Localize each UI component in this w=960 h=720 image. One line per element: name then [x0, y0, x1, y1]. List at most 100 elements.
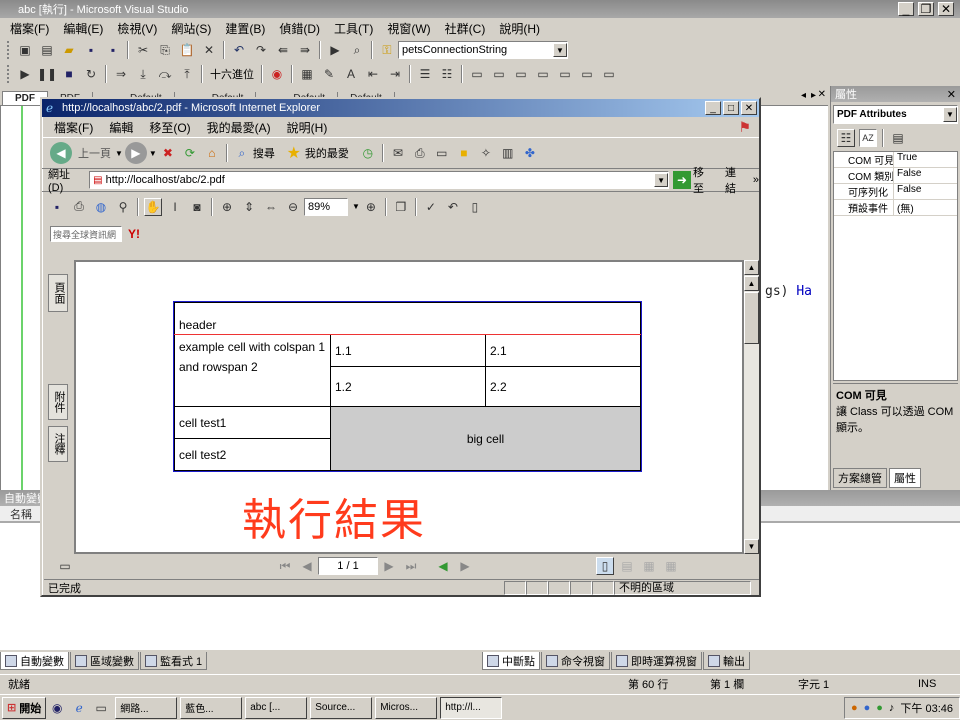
bookmark-prev-icon[interactable]: ▭: [490, 65, 508, 83]
tab-nav-right-icon[interactable]: ▸: [811, 90, 816, 101]
page-indicator[interactable]: 1 / 1: [318, 557, 378, 575]
menu-file[interactable]: 檔案(F): [10, 20, 49, 37]
font-icon[interactable]: A: [342, 65, 360, 83]
menu-view[interactable]: 檢視(V): [117, 20, 157, 37]
navigate-fwd-icon[interactable]: ⇛: [296, 41, 314, 59]
close-icon[interactable]: ✕: [938, 2, 954, 16]
menu-help[interactable]: 說明(H): [499, 20, 540, 37]
ie-menu-file[interactable]: 檔案(F): [54, 119, 93, 136]
address-input[interactable]: ▤ http://localhost/abc/2.pdf ▼: [89, 171, 670, 189]
tab-autos[interactable]: 自動變數: [0, 652, 69, 670]
side-tab-pages[interactable]: 頁面: [48, 274, 68, 312]
pages-icon[interactable]: ❐: [392, 198, 410, 216]
minimize-icon[interactable]: _: [705, 101, 721, 115]
back-label[interactable]: 上一頁: [78, 145, 111, 161]
menu-debug[interactable]: 偵錯(D): [279, 20, 320, 37]
property-value[interactable]: True: [894, 152, 917, 167]
tray-icon[interactable]: ●: [876, 702, 883, 714]
search-icon[interactable]: ⌕: [233, 144, 251, 162]
next-page-icon[interactable]: ▶: [380, 557, 398, 575]
first-page-icon[interactable]: ⏮: [276, 557, 294, 575]
menu-window[interactable]: 視窗(W): [387, 20, 430, 37]
clock[interactable]: 下午 03:46: [900, 700, 953, 716]
home-icon[interactable]: ⌂: [203, 144, 221, 162]
go-back-icon[interactable]: ◀: [434, 557, 452, 575]
email-icon[interactable]: ◍: [92, 198, 110, 216]
zoom-out-icon[interactable]: ⊖: [284, 198, 302, 216]
go-forward-icon[interactable]: ▶: [456, 557, 474, 575]
indent-icon[interactable]: ⇥: [386, 65, 404, 83]
fit-page-icon[interactable]: ⇕: [240, 198, 258, 216]
links-label[interactable]: 連結: [725, 164, 747, 196]
task-network[interactable]: 網路...: [115, 696, 178, 719]
menu-tools[interactable]: 工具(T): [334, 20, 373, 37]
property-row[interactable]: COM 可見 True: [834, 152, 957, 168]
maximize-icon[interactable]: □: [723, 101, 739, 115]
messenger-icon[interactable]: ✧: [477, 144, 495, 162]
save-icon[interactable]: ▪: [82, 41, 100, 59]
uncomment-icon[interactable]: ☷: [438, 65, 456, 83]
zoom-in-plus-icon[interactable]: ⊕: [362, 198, 380, 216]
tab-immediate-window[interactable]: 即時運算視窗: [611, 652, 702, 670]
print-icon[interactable]: ⎙: [411, 144, 429, 162]
chevron-down-icon[interactable]: ▼: [149, 149, 157, 158]
edit-icon[interactable]: ▭: [433, 144, 451, 162]
save-all-icon[interactable]: ▪: [104, 41, 122, 59]
property-row[interactable]: 預設事件 (無): [834, 200, 957, 216]
undo-icon[interactable]: ↶: [230, 41, 248, 59]
refresh-icon[interactable]: ⟳: [181, 144, 199, 162]
close-doc-icon[interactable]: ✕: [818, 89, 826, 100]
favorites-label[interactable]: 我的最愛: [305, 145, 349, 161]
scroll-up-icon[interactable]: ▲: [744, 260, 759, 275]
msn-icon[interactable]: ✤: [521, 144, 539, 162]
chevron-down-icon[interactable]: ▼: [352, 202, 360, 211]
close-icon[interactable]: ✕: [947, 88, 956, 101]
navigate-icon[interactable]: ⇚: [274, 41, 292, 59]
zoom-input[interactable]: 89%: [304, 197, 348, 216]
tab-solution-explorer[interactable]: 方案總管: [833, 468, 887, 488]
tab-command-window[interactable]: 命令視窗: [541, 652, 610, 670]
outdent-icon[interactable]: ⇤: [364, 65, 382, 83]
property-value[interactable]: False: [894, 184, 921, 199]
document-icon[interactable]: ▯: [466, 198, 484, 216]
facing-icon[interactable]: ▦: [640, 557, 658, 575]
continuous-facing-icon[interactable]: ▦: [662, 557, 680, 575]
search-binoculars-icon[interactable]: ⚲: [114, 198, 132, 216]
format-icon[interactable]: ✎: [320, 65, 338, 83]
single-page-icon[interactable]: ▯: [596, 557, 614, 575]
stop-icon[interactable]: ■: [60, 65, 78, 83]
search-label[interactable]: 搜尋: [253, 145, 275, 161]
query-icon[interactable]: ▦: [298, 65, 316, 83]
task-vs[interactable]: abc [...: [245, 696, 308, 719]
discuss-icon[interactable]: ■: [455, 144, 473, 162]
menu-build[interactable]: 建置(B): [225, 20, 265, 37]
task-source[interactable]: Source...: [310, 696, 373, 719]
last-page-icon[interactable]: ⏭: [402, 557, 420, 575]
toolbar-grip[interactable]: [7, 65, 11, 83]
categorized-icon[interactable]: ☷: [837, 129, 855, 147]
menu-community[interactable]: 社群(C): [445, 20, 486, 37]
property-pages-icon[interactable]: ▤: [889, 129, 907, 147]
property-value[interactable]: (無): [894, 200, 914, 215]
bookmark-folder-icon[interactable]: ▭: [556, 65, 574, 83]
yahoo-search-input[interactable]: 搜尋全球資訊網: [50, 226, 122, 242]
stop-icon[interactable]: ✖: [159, 144, 177, 162]
quicklaunch-ie-icon[interactable]: ℯ: [70, 699, 88, 717]
fit-width-icon[interactable]: ⇔: [262, 198, 280, 216]
tab-properties[interactable]: 屬性: [889, 468, 921, 488]
tab-breakpoints[interactable]: 中斷點: [482, 652, 540, 670]
tray-icon[interactable]: ●: [864, 702, 871, 714]
continue-icon[interactable]: ▶: [16, 65, 34, 83]
close-icon[interactable]: ✕: [741, 101, 757, 115]
snapshot-icon[interactable]: ◙: [188, 198, 206, 216]
copy-icon[interactable]: ⎘: [156, 41, 174, 59]
forward-icon[interactable]: ▶: [124, 142, 147, 164]
scroll-down-icon[interactable]: ▼: [744, 539, 759, 554]
alphabetical-icon[interactable]: AZ: [859, 129, 877, 147]
redo-icon[interactable]: ↷: [252, 41, 270, 59]
step-over-icon[interactable]: ⤼: [156, 65, 174, 83]
bookmark-x-icon[interactable]: ▭: [600, 65, 618, 83]
volume-icon[interactable]: ♪: [889, 702, 895, 714]
print-icon[interactable]: ⎙: [70, 198, 88, 216]
yahoo-logo-icon[interactable]: Y!: [128, 227, 140, 241]
